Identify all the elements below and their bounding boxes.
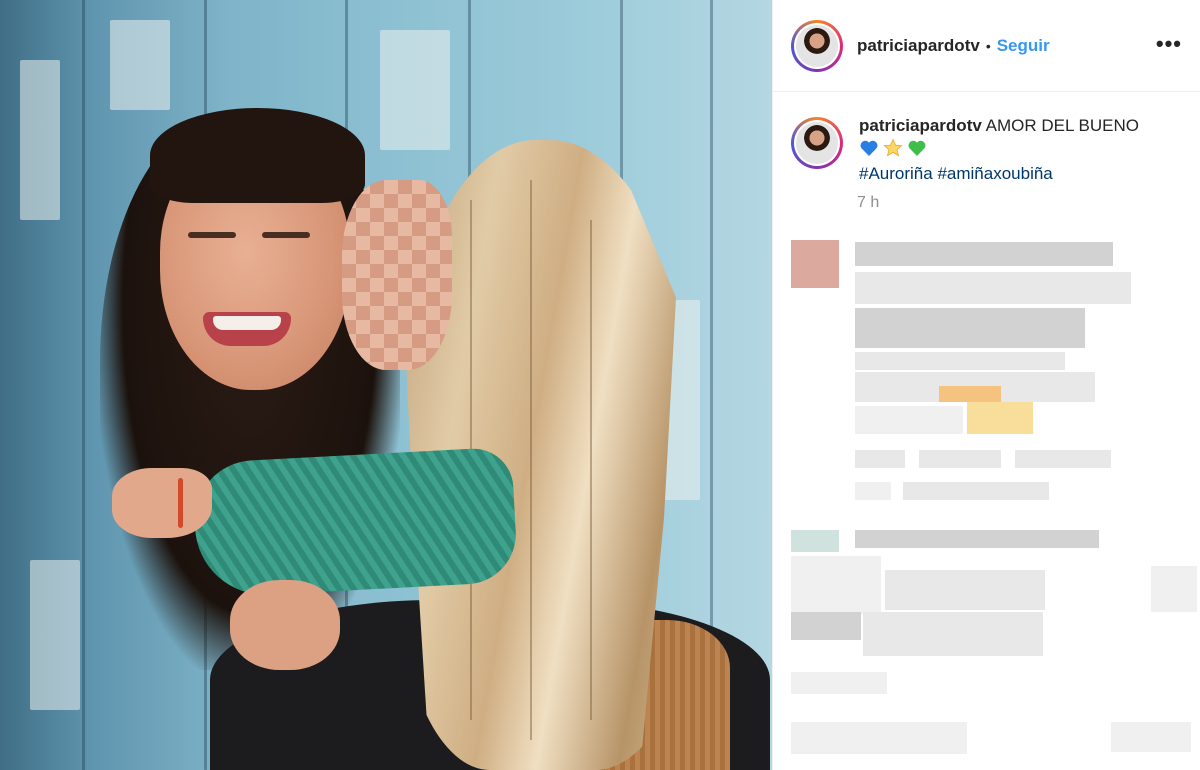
child-face-pixelated <box>342 180 452 370</box>
woman-eye <box>262 232 310 238</box>
blurred-comment-line <box>855 352 1065 370</box>
post-side-panel: patriciapardotv • Seguir ••• patriciapar… <box>772 0 1200 770</box>
post-timestamp[interactable]: 7 h <box>857 194 1200 212</box>
blurred-emoji <box>939 386 1001 402</box>
woman-bangs <box>150 108 365 203</box>
username-link[interactable]: patriciapardotv <box>857 36 980 56</box>
blurred-meta <box>903 482 1049 500</box>
caption-username-link[interactable]: patriciapardotv <box>859 116 982 135</box>
paint-chip <box>20 60 60 220</box>
separator-dot: • <box>985 37 991 54</box>
caption-text: patriciapardotv AMOR DEL BUENO #Auroriña… <box>859 114 1179 186</box>
hair-strand <box>590 220 592 720</box>
blurred-comment-line <box>791 612 861 640</box>
blurred-meta <box>1111 722 1191 752</box>
blurred-meta <box>791 672 887 694</box>
caption-avatar[interactable] <box>791 117 843 169</box>
woman-teeth <box>213 316 281 330</box>
blurred-comment-line <box>855 406 963 434</box>
hair-strand <box>530 180 532 740</box>
blurred-comment-line <box>855 530 1099 548</box>
blurred-meta <box>855 482 891 500</box>
avatar-image <box>796 24 838 67</box>
post-photo[interactable] <box>0 0 772 770</box>
green-knit-sleeve <box>191 446 519 599</box>
avatar[interactable] <box>791 19 843 72</box>
blurred-emoji <box>967 402 1033 434</box>
caption-body: AMOR DEL BUENO <box>985 116 1139 135</box>
green-heart-icon <box>908 140 926 156</box>
blurred-meta <box>855 450 905 468</box>
blurred-comment-line <box>855 272 1131 304</box>
wood-plank-line <box>82 0 85 770</box>
blurred-like-icon <box>1151 566 1197 612</box>
avatar-image <box>796 122 838 164</box>
star-icon <box>883 138 903 157</box>
caption-block: patriciapardotv AMOR DEL BUENO #Auroriña… <box>773 92 1200 186</box>
blurred-comment-line <box>855 242 1113 266</box>
red-bracelet <box>178 478 183 528</box>
blurred-comment-line <box>791 556 881 614</box>
paint-chip <box>30 560 80 710</box>
follow-button[interactable]: Seguir <box>997 36 1050 56</box>
blurred-avatar <box>791 240 839 288</box>
post-header: patriciapardotv • Seguir ••• <box>773 0 1200 92</box>
more-options-icon[interactable]: ••• <box>1156 33 1182 55</box>
blurred-meta <box>1015 450 1111 468</box>
woman-eye <box>188 232 236 238</box>
blurred-meta <box>919 450 1001 468</box>
blurred-comment-line <box>863 612 1043 656</box>
blue-heart-icon <box>860 140 878 156</box>
child-hand <box>112 468 212 538</box>
paint-chip <box>110 20 170 110</box>
paint-chip <box>380 30 450 150</box>
blurred-avatar <box>791 530 839 552</box>
blurred-meta <box>791 722 967 754</box>
hashtag-link[interactable]: #Auroriña <box>859 164 933 183</box>
blurred-comment-line <box>855 308 1085 348</box>
woman-hand <box>230 580 340 670</box>
hashtag-link[interactable]: #amiñaxoubiña <box>937 164 1052 183</box>
blurred-comment-line <box>885 570 1045 610</box>
